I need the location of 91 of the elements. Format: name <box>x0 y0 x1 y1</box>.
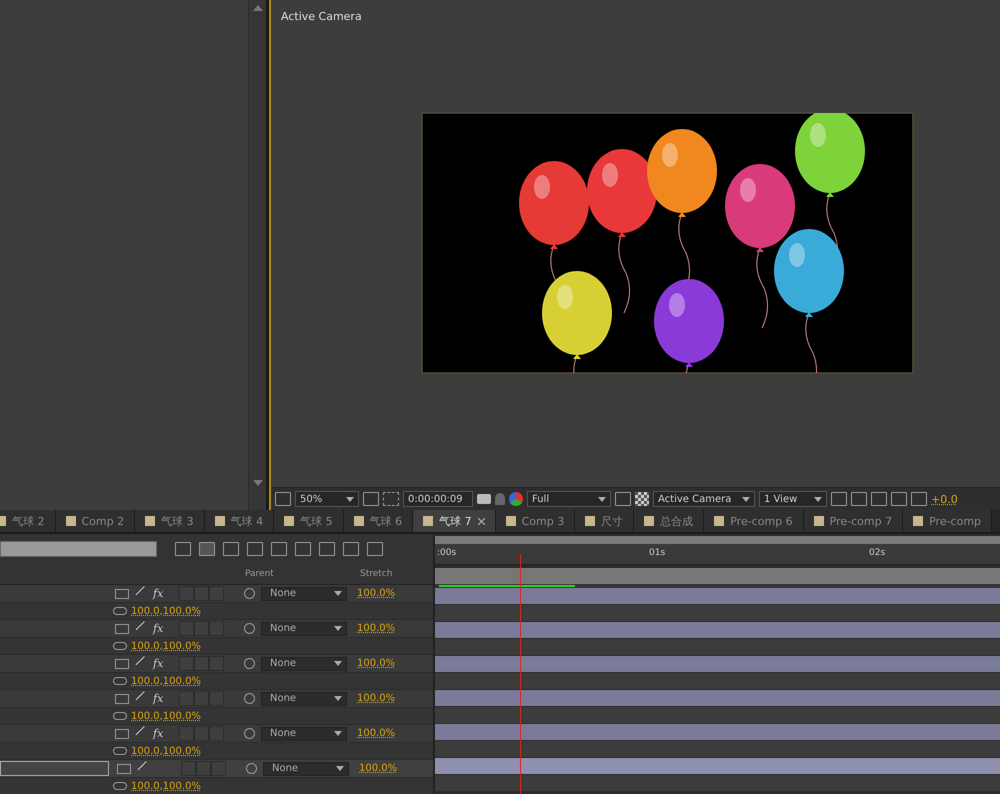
link-icon[interactable] <box>113 607 127 615</box>
exposure-value[interactable]: +0.0 <box>931 492 958 506</box>
caret-icon <box>334 626 342 631</box>
caret-icon <box>334 696 342 701</box>
link-icon[interactable] <box>113 747 127 755</box>
parent-dropdown[interactable]: None <box>261 692 347 706</box>
view-label: Active Camera <box>280 9 362 23</box>
effects-switch[interactable]: fx <box>153 656 169 670</box>
layer-row[interactable]: fx None 100.0% <box>0 690 433 708</box>
comp-tab[interactable]: Pre-comp 6 <box>704 510 804 532</box>
switch-box[interactable] <box>209 586 224 601</box>
scale-value[interactable]: 100.0,100.0% <box>131 780 201 792</box>
scroll-down-icon[interactable] <box>253 480 263 486</box>
parent-dropdown[interactable]: None <box>261 726 347 740</box>
effects-switch[interactable]: fx <box>153 586 169 600</box>
caret-icon <box>598 496 606 502</box>
layer-bar[interactable] <box>435 758 1000 775</box>
switch-box[interactable] <box>194 586 209 601</box>
comp-tab[interactable]: 尺寸 <box>575 510 634 532</box>
stretch-value[interactable]: 100.0% <box>357 658 396 669</box>
search-field[interactable] <box>0 541 157 557</box>
comp-tab[interactable]: 总合成 <box>634 510 704 532</box>
time-ruler-label: 01s <box>649 548 666 558</box>
scale-value[interactable]: 100.0,100.0% <box>131 640 201 652</box>
comp-tab[interactable]: Pre-comp 7 <box>804 510 904 532</box>
column-header: Stretch <box>360 569 392 579</box>
scale-value[interactable]: 100.0,100.0% <box>131 710 201 722</box>
person-icon[interactable] <box>495 493 505 505</box>
layer-bar[interactable] <box>435 690 1000 707</box>
layer-bar[interactable] <box>435 622 1000 639</box>
parent-dropdown[interactable]: None <box>261 656 347 670</box>
frame-icon[interactable] <box>615 492 631 506</box>
camera-dropdown[interactable]: Active Camera <box>653 491 755 507</box>
caret-icon <box>814 496 822 502</box>
close-icon[interactable] <box>478 518 485 524</box>
region-icon[interactable] <box>383 492 399 506</box>
stretch-value[interactable]: 100.0% <box>357 728 396 739</box>
layer-bar[interactable] <box>435 656 1000 673</box>
caret-icon <box>346 496 354 502</box>
scale-value[interactable]: 100.0,100.0% <box>131 676 201 686</box>
scale-value[interactable]: 100.0,100.0% <box>131 746 201 756</box>
link-icon[interactable] <box>113 712 127 720</box>
stretch-value[interactable]: 100.0% <box>357 588 396 599</box>
layer-row[interactable]: fx None 100.0% <box>0 655 433 673</box>
layer-name-field[interactable] <box>0 761 109 776</box>
caret-icon <box>334 591 342 596</box>
stretch-value[interactable]: 100.0% <box>357 623 396 634</box>
switch-box[interactable] <box>179 586 194 601</box>
caret-icon <box>334 661 342 666</box>
effects-switch[interactable]: fx <box>153 622 169 636</box>
comp-tab[interactable]: Comp 2 <box>56 510 136 532</box>
caret-icon <box>742 496 750 502</box>
resolution-dropdown[interactable]: Full <box>527 491 611 507</box>
comp-tab[interactable]: Comp 3 <box>496 510 576 532</box>
scroll-up-icon[interactable] <box>253 5 263 11</box>
parent-dropdown[interactable]: None <box>263 762 349 776</box>
effects-switch[interactable]: fx <box>153 692 169 706</box>
time-ruler-label: 02s <box>869 548 886 558</box>
link-icon[interactable] <box>113 642 127 650</box>
time-ruler-label: :00s <box>437 548 456 558</box>
link-icon[interactable] <box>113 677 127 685</box>
stretch-value[interactable]: 100.0% <box>357 693 396 704</box>
parent-dropdown[interactable]: None <box>261 586 347 600</box>
scale-value[interactable]: 100.0,100.0% <box>131 606 201 616</box>
layer-row[interactable]: None 100.0% <box>0 760 433 778</box>
link-icon[interactable] <box>113 782 127 790</box>
comp-tab[interactable]: 气球 5 <box>274 510 344 532</box>
comp-tab[interactable]: 气球 3 <box>135 510 205 532</box>
layer-bar[interactable] <box>435 724 1000 741</box>
work-area-bar[interactable] <box>435 568 1000 588</box>
caret-icon <box>334 731 342 736</box>
timecode-field[interactable]: 0:00:00:09 <box>403 491 473 507</box>
layer-bar[interactable] <box>435 588 1000 605</box>
layer-row[interactable]: fx None 100.0% <box>0 725 433 743</box>
comp-tab[interactable]: 气球 7 <box>413 510 496 532</box>
zoom-dropdown[interactable]: 50% <box>295 491 359 507</box>
comp-tab[interactable]: 气球 6 <box>344 510 414 532</box>
stretch-value[interactable]: 100.0% <box>359 763 398 774</box>
color-channels-icon[interactable] <box>509 492 523 506</box>
comp-tab[interactable]: 气球 4 <box>204 510 274 532</box>
layer-row[interactable]: fx None 100.0% <box>0 620 433 638</box>
scrollbar[interactable] <box>248 0 266 510</box>
transparency-grid-icon[interactable] <box>635 492 649 506</box>
caret-icon <box>336 766 344 771</box>
comp-tab[interactable]: 气球 2 <box>0 510 56 532</box>
view-layout-dropdown[interactable]: 1 View <box>759 491 827 507</box>
column-header: Parent <box>245 569 275 579</box>
effects-switch[interactable]: fx <box>153 726 169 740</box>
parent-dropdown[interactable]: None <box>261 622 347 636</box>
layer-row[interactable]: fx None 100.0% <box>0 585 433 603</box>
comp-tab[interactable]: Pre-comp <box>903 510 992 532</box>
